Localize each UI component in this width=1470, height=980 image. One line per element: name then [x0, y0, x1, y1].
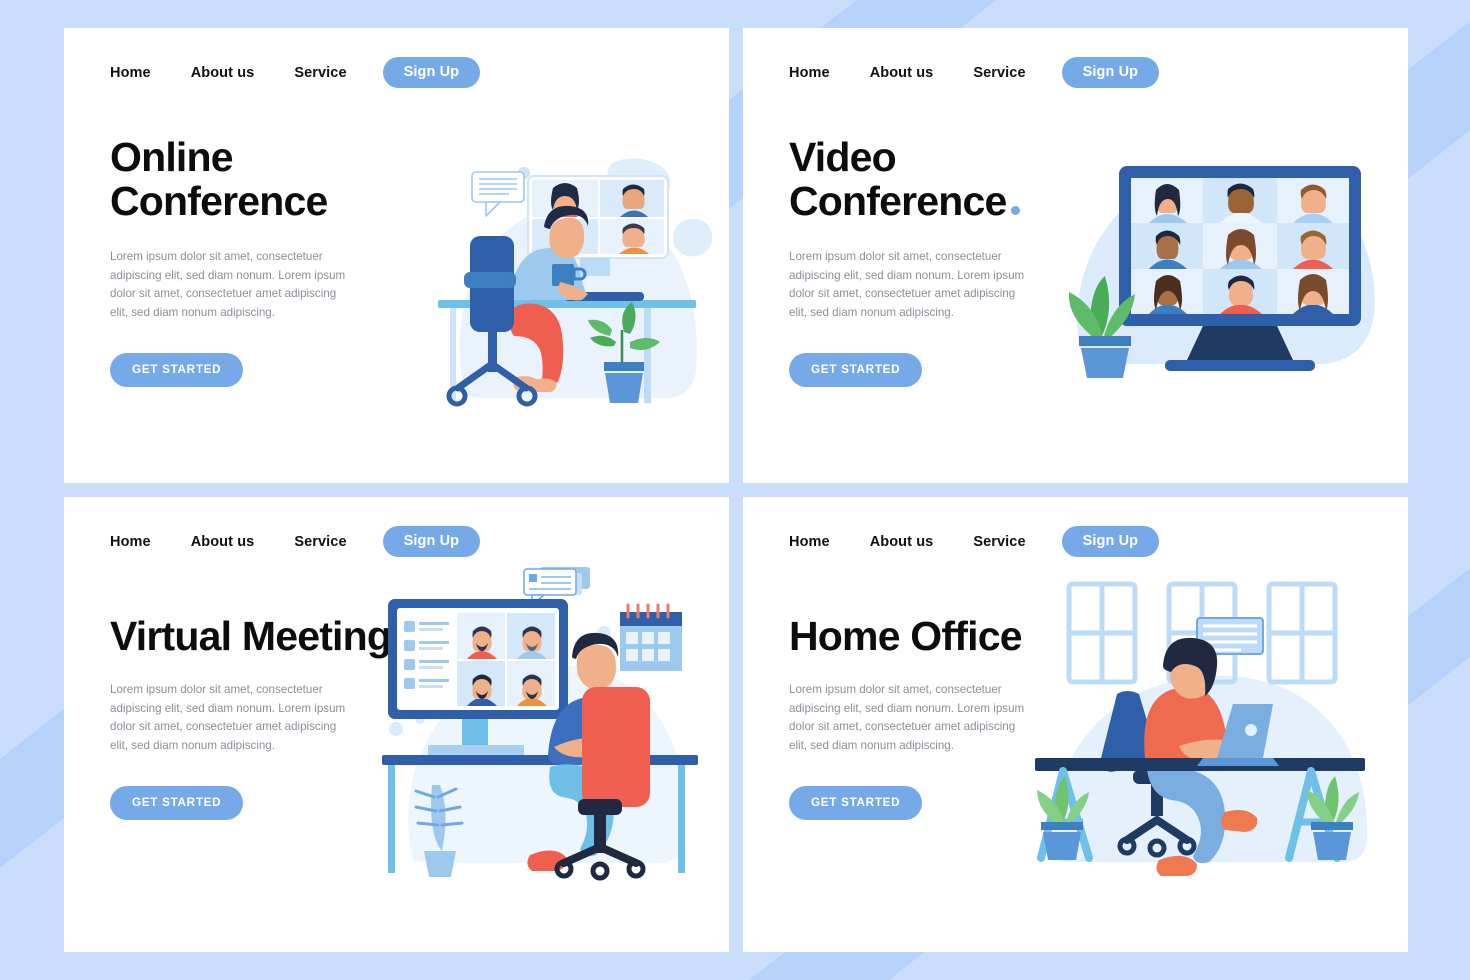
navbar: Home About us Service Sign Up: [789, 526, 1378, 557]
nav-link-about-us[interactable]: About us: [191, 534, 255, 550]
panel-home-office: Home About us Service Sign Up Home Offic…: [743, 497, 1408, 952]
page-title-text: Video Conference: [789, 134, 1007, 224]
illustration-man-red-chair-monitor-call: [372, 557, 722, 907]
page-title: Video Conference: [789, 134, 1034, 224]
panel-video-conference: Home About us Service Sign Up Video Conf…: [743, 28, 1408, 483]
page-title: Online Conference: [110, 134, 328, 224]
nav-link-about-us[interactable]: About us: [870, 534, 934, 550]
sign-up-button[interactable]: Sign Up: [382, 57, 481, 88]
nav-link-service[interactable]: Service: [294, 65, 346, 81]
hero-description: Lorem ipsum dolor sit amet, consectetuer…: [789, 249, 1025, 320]
illustration-woman-laptop-home-desk: [1011, 572, 1401, 902]
calendar-icon: [620, 603, 682, 671]
hero-copy: Home Office Lorem ipsum dolor sit amet, …: [789, 613, 1034, 820]
nav-link-about-us[interactable]: About us: [870, 65, 934, 81]
nav-link-about-us[interactable]: About us: [191, 65, 255, 81]
monitor: [1119, 166, 1361, 326]
panel-virtual-meeting: Home About us Service Sign Up Virtual Me…: [64, 497, 729, 952]
nav-link-home[interactable]: Home: [110, 534, 151, 550]
window: [1066, 581, 1138, 685]
illustration-man-at-desk-video-call: [424, 140, 724, 440]
panel-online-conference: Home About us Service Sign Up Online Con…: [64, 28, 729, 483]
title-accent-dot: [1010, 205, 1020, 215]
hero-copy: Video Conference Lorem ipsum dolor sit a…: [789, 134, 1034, 387]
illustration-desktop-monitor-grid-call: [1061, 128, 1401, 408]
hero-copy: Virtual Meeting Lorem ipsum dolor sit am…: [110, 613, 392, 820]
chat-bubble: [471, 171, 525, 217]
nav-link-home[interactable]: Home: [110, 65, 151, 81]
hero-description: Lorem ipsum dolor sit amet, consectetuer…: [110, 682, 346, 753]
hero-description: Lorem ipsum dolor sit amet, consectetuer…: [789, 682, 1025, 753]
get-started-button[interactable]: GET STARTED: [789, 352, 923, 387]
navbar: Home About us Service Sign Up: [110, 57, 699, 88]
sign-up-button[interactable]: Sign Up: [1061, 526, 1160, 557]
get-started-button[interactable]: GET STARTED: [110, 785, 244, 820]
nav-link-home[interactable]: Home: [789, 65, 830, 81]
page-title: Virtual Meeting: [110, 613, 392, 659]
window: [1266, 581, 1338, 685]
navbar: Home About us Service Sign Up: [789, 57, 1378, 88]
get-started-button[interactable]: GET STARTED: [110, 352, 244, 387]
sign-up-button[interactable]: Sign Up: [1061, 57, 1160, 88]
landing-page-grid: Home About us Service Sign Up Online Con…: [0, 0, 1470, 980]
nav-link-home[interactable]: Home: [789, 534, 830, 550]
nav-link-service[interactable]: Service: [294, 534, 346, 550]
nav-link-service[interactable]: Service: [973, 65, 1025, 81]
page-title: Home Office: [789, 613, 1023, 659]
monitor: [388, 599, 568, 719]
get-started-button[interactable]: GET STARTED: [789, 785, 923, 820]
sign-up-button[interactable]: Sign Up: [382, 526, 481, 557]
nav-link-service[interactable]: Service: [973, 534, 1025, 550]
hero-copy: Online Conference Lorem ipsum dolor sit …: [110, 134, 355, 387]
navbar: Home About us Service Sign Up: [110, 526, 699, 557]
hero-description: Lorem ipsum dolor sit amet, consectetuer…: [110, 249, 346, 320]
